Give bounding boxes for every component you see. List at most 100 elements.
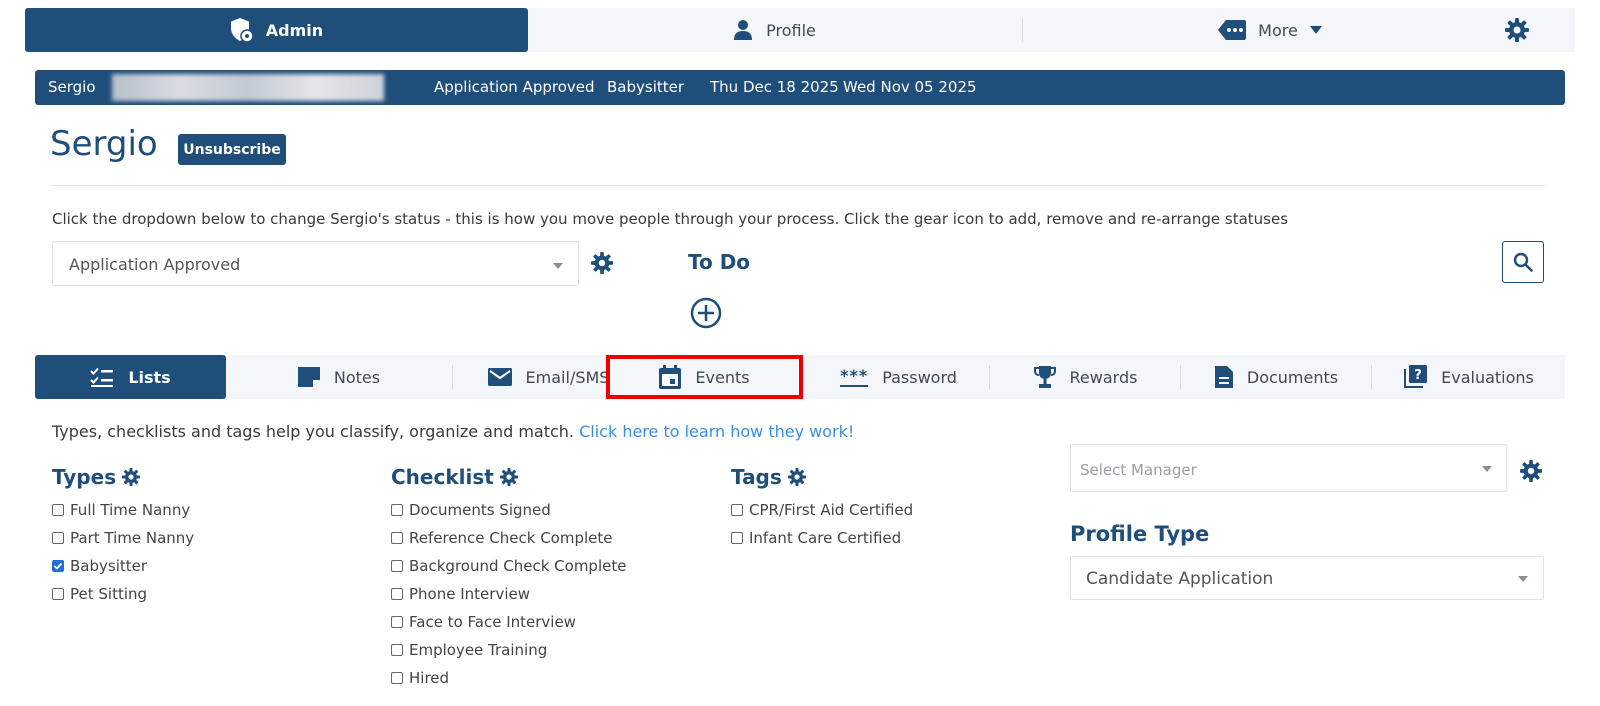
gear-icon[interactable] bbox=[499, 468, 518, 486]
tag-dots-icon bbox=[1218, 20, 1247, 40]
checklist-icon bbox=[90, 367, 114, 387]
info-name: Sergio bbox=[48, 78, 96, 96]
checkbox[interactable] bbox=[391, 588, 403, 600]
tab-rewards[interactable]: Rewards bbox=[990, 355, 1181, 399]
checkbox[interactable] bbox=[52, 560, 64, 572]
checkbox[interactable] bbox=[391, 644, 403, 656]
gear-icon[interactable] bbox=[787, 468, 806, 486]
tags-heading: Tags bbox=[731, 465, 806, 489]
gear-icon[interactable] bbox=[122, 468, 141, 486]
manager-placeholder: Select Manager bbox=[1080, 461, 1197, 479]
types-list: Full Time Nanny Part Time Nanny Babysitter… bbox=[52, 496, 194, 608]
checkbox[interactable] bbox=[391, 560, 403, 572]
list-item[interactable]: Documents Signed bbox=[391, 496, 626, 524]
tab-password[interactable]: *** Password bbox=[803, 355, 994, 399]
nav-more[interactable]: More bbox=[1023, 8, 1517, 52]
envelope-icon bbox=[487, 368, 512, 386]
list-item[interactable]: Pet Sitting bbox=[52, 580, 194, 608]
info-date-1: Thu Dec 18 2025 bbox=[710, 78, 839, 96]
checkbox[interactable] bbox=[52, 588, 64, 600]
chevron-down-icon bbox=[1482, 466, 1492, 472]
profile-type-title: Profile Type bbox=[1070, 522, 1210, 546]
checkbox[interactable] bbox=[391, 504, 403, 516]
nav-profile[interactable]: Profile bbox=[528, 8, 1022, 52]
profile-type-value: Candidate Application bbox=[1086, 569, 1274, 589]
checkbox-label: Pet Sitting bbox=[70, 585, 148, 603]
checkbox-label: Babysitter bbox=[70, 557, 148, 575]
tab-notes-label: Notes bbox=[333, 367, 381, 387]
search-icon bbox=[1513, 252, 1533, 272]
checkbox-label: Phone Interview bbox=[409, 585, 530, 603]
list-item[interactable]: Part Time Nanny bbox=[52, 524, 194, 552]
tab-events[interactable]: Events bbox=[606, 355, 803, 399]
status-dropdown[interactable]: Application Approved bbox=[52, 241, 579, 286]
list-item[interactable]: Employee Training bbox=[391, 636, 626, 664]
tab-evaluations[interactable]: ? Evaluations bbox=[1372, 355, 1565, 399]
svg-text:?: ? bbox=[1414, 368, 1422, 383]
gear-icon bbox=[1520, 460, 1542, 482]
note-icon bbox=[297, 367, 320, 387]
list-item[interactable]: Phone Interview bbox=[391, 580, 626, 608]
profile-tabs: Lists Notes Email/SMS Events *** Passwor… bbox=[35, 355, 1565, 399]
list-item[interactable]: Infant Care Certified bbox=[731, 524, 913, 552]
checkbox-label: Part Time Nanny bbox=[70, 529, 195, 547]
list-item[interactable]: Face to Face Interview bbox=[391, 608, 626, 636]
todo-title: To Do bbox=[688, 250, 751, 274]
redacted-block bbox=[112, 74, 384, 101]
checkbox[interactable] bbox=[52, 504, 64, 516]
status-selected-value: Application Approved bbox=[69, 255, 241, 274]
settings-button[interactable] bbox=[1503, 16, 1531, 44]
checkbox[interactable] bbox=[391, 616, 403, 628]
tab-lists[interactable]: Lists bbox=[35, 355, 226, 399]
manager-settings-button[interactable] bbox=[1520, 460, 1542, 486]
add-todo-button[interactable] bbox=[690, 297, 722, 333]
checkbox[interactable] bbox=[52, 532, 64, 544]
checkbox-label: Infant Care Certified bbox=[749, 529, 902, 547]
list-item[interactable]: Reference Check Complete bbox=[391, 524, 626, 552]
tab-documents-label: Documents bbox=[1246, 367, 1339, 387]
trophy-icon bbox=[1033, 366, 1056, 388]
nav-admin-label: Admin bbox=[265, 20, 324, 40]
tab-evaluations-label: Evaluations bbox=[1441, 367, 1534, 387]
search-button[interactable] bbox=[1502, 241, 1544, 283]
checkbox[interactable] bbox=[731, 532, 743, 544]
list-item[interactable]: Full Time Nanny bbox=[52, 496, 194, 524]
list-item[interactable]: Hired bbox=[391, 664, 626, 692]
info-date-2: Wed Nov 05 2025 bbox=[843, 78, 977, 96]
list-item[interactable]: Background Check Complete bbox=[391, 552, 626, 580]
tags-list: CPR/First Aid Certified Infant Care Certi… bbox=[731, 496, 913, 552]
profile-type-dropdown[interactable]: Candidate Application bbox=[1070, 556, 1544, 600]
unsubscribe-button[interactable]: Unsubscribe bbox=[178, 134, 286, 165]
divider bbox=[50, 185, 1545, 186]
tab-lists-label: Lists bbox=[128, 367, 171, 387]
checkbox[interactable] bbox=[391, 672, 403, 684]
lists-help-text: Types, checklists and tags help you clas… bbox=[52, 422, 854, 441]
gear-icon bbox=[591, 252, 613, 274]
checkbox-label: Documents Signed bbox=[409, 501, 551, 519]
tab-events-label: Events bbox=[695, 367, 750, 387]
list-item[interactable]: CPR/First Aid Certified bbox=[731, 496, 913, 524]
checkbox-label: Hired bbox=[409, 669, 450, 687]
status-settings-button[interactable] bbox=[591, 252, 613, 278]
plus-circle-icon bbox=[690, 297, 722, 329]
caret-down-icon bbox=[1309, 26, 1322, 34]
gear-icon bbox=[1505, 18, 1529, 42]
calendar-icon bbox=[659, 365, 682, 389]
checkbox[interactable] bbox=[731, 504, 743, 516]
types-heading: Types bbox=[52, 465, 141, 489]
tab-documents[interactable]: Documents bbox=[1181, 355, 1372, 399]
tab-email-sms-label: Email/SMS bbox=[525, 367, 610, 387]
page-title: Sergio bbox=[50, 124, 158, 164]
checklist-heading: Checklist bbox=[391, 465, 518, 489]
checklist-list: Documents Signed Reference Check Complete… bbox=[391, 496, 626, 692]
manager-dropdown[interactable]: Select Manager bbox=[1070, 444, 1507, 492]
learn-more-link[interactable]: Click here to learn how they work! bbox=[579, 422, 854, 441]
status-help-text: Click the dropdown below to change Sergi… bbox=[52, 210, 1289, 228]
tab-notes[interactable]: Notes bbox=[226, 355, 452, 399]
check-icon bbox=[53, 562, 63, 570]
checkbox[interactable] bbox=[391, 532, 403, 544]
list-item[interactable]: Babysitter bbox=[52, 552, 194, 580]
nav-admin[interactable]: Admin bbox=[25, 8, 528, 52]
checkbox-label: Face to Face Interview bbox=[409, 613, 576, 631]
person-icon bbox=[734, 20, 753, 40]
